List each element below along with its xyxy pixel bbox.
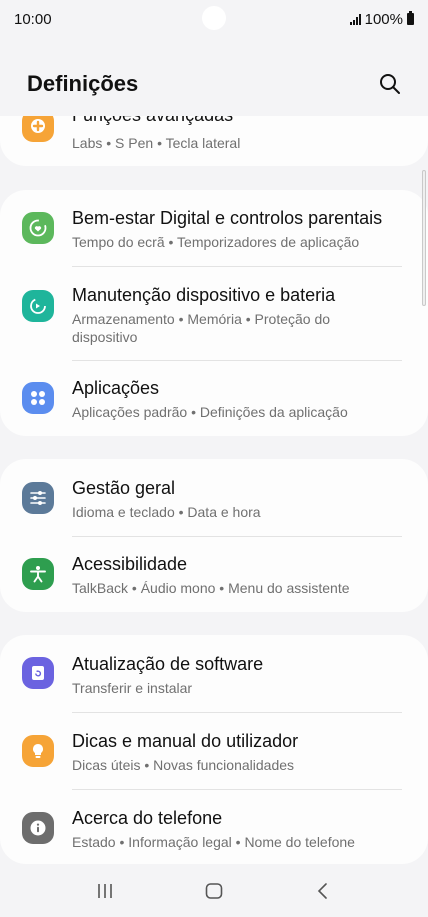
item-subtitle: Aplicações padrão • Definições da aplica… [72, 404, 348, 420]
back-icon [318, 882, 328, 899]
item-subtitle: Estado • Informação legal • Nome do tele… [72, 834, 355, 850]
scrollbar[interactable] [422, 170, 426, 306]
settings-item-device-care[interactable]: Manutenção dispositivo e bateria Armazen… [0, 267, 428, 360]
heart-circle-icon [22, 212, 54, 244]
info-icon [22, 812, 54, 844]
refresh-circle-icon [22, 290, 54, 322]
item-subtitle: Armazenamento • Memória • Proteção do di… [72, 311, 331, 345]
home-button[interactable] [194, 871, 234, 911]
item-subtitle: Transferir e instalar [72, 680, 193, 696]
settings-card: Bem-estar Digital e controlos parentais … [0, 190, 428, 436]
item-title: Acessibilidade [72, 554, 188, 574]
item-title: Manutenção dispositivo e bateria [72, 285, 336, 305]
item-title: Funções avançadas [72, 116, 233, 126]
settings-item-general-management[interactable]: Gestão geral Idioma e teclado • Data e h… [0, 459, 428, 536]
back-button[interactable] [303, 871, 343, 911]
battery-icon [407, 11, 414, 25]
item-subtitle: TalkBack • Áudio mono • Menu do assisten… [72, 580, 350, 596]
page-title: Definições [27, 71, 139, 96]
item-title: Aplicações [72, 378, 160, 398]
item-subtitle: Tempo do ecrã • Temporizadores de aplica… [72, 234, 360, 250]
apps-grid-icon [22, 382, 54, 414]
settings-item-advanced-features[interactable]: Funções avançadas Labs • S Pen • Tecla l… [0, 116, 428, 166]
settings-card: Gestão geral Idioma e teclado • Data e h… [0, 459, 428, 612]
search-button[interactable] [376, 70, 404, 98]
item-title: Gestão geral [72, 478, 176, 498]
header: Definições [0, 60, 428, 108]
navigation-bar [0, 864, 428, 917]
item-title: Bem-estar Digital e controlos parentais [72, 208, 383, 228]
recents-icon [97, 883, 112, 898]
signal-icon [349, 13, 361, 25]
battery-level: 100% [364, 10, 403, 28]
bulb-icon [22, 735, 54, 767]
plus-badge-icon [22, 116, 54, 142]
settings-item-software-update[interactable]: Atualização de software Transferir e ins… [0, 635, 428, 712]
sliders-icon [22, 482, 54, 514]
settings-item-digital-wellbeing[interactable]: Bem-estar Digital e controlos parentais … [0, 190, 428, 266]
item-title: Dicas e manual do utilizador [72, 731, 299, 751]
settings-card: Funções avançadas Labs • S Pen • Tecla l… [0, 116, 428, 166]
settings-item-about-phone[interactable]: Acerca do telefone Estado • Informação l… [0, 790, 428, 864]
settings-list[interactable]: Funções avançadas Labs • S Pen • Tecla l… [0, 116, 428, 864]
item-title: Atualização de software [72, 654, 264, 674]
item-subtitle: Idioma e teclado • Data e hora [72, 504, 261, 520]
search-icon [380, 74, 400, 94]
camera-cutout [202, 6, 226, 30]
settings-item-tips-manual[interactable]: Dicas e manual do utilizador Dicas úteis… [0, 713, 428, 789]
home-icon [205, 882, 223, 899]
recents-button[interactable] [85, 871, 125, 911]
person-icon [22, 558, 54, 590]
item-subtitle: Dicas úteis • Novas funcionalidades [72, 757, 295, 773]
settings-card: Atualização de software Transferir e ins… [0, 635, 428, 864]
item-subtitle: Labs • S Pen • Tecla lateral [72, 135, 241, 151]
settings-item-accessibility[interactable]: Acessibilidade TalkBack • Áudio mono • M… [0, 537, 428, 612]
clock: 10:00 [14, 10, 52, 28]
update-icon [22, 657, 54, 689]
item-title: Acerca do telefone [72, 808, 223, 828]
settings-item-apps[interactable]: Aplicações Aplicações padrão • Definiçõe… [0, 361, 428, 436]
status-icons: 100% [349, 10, 414, 28]
